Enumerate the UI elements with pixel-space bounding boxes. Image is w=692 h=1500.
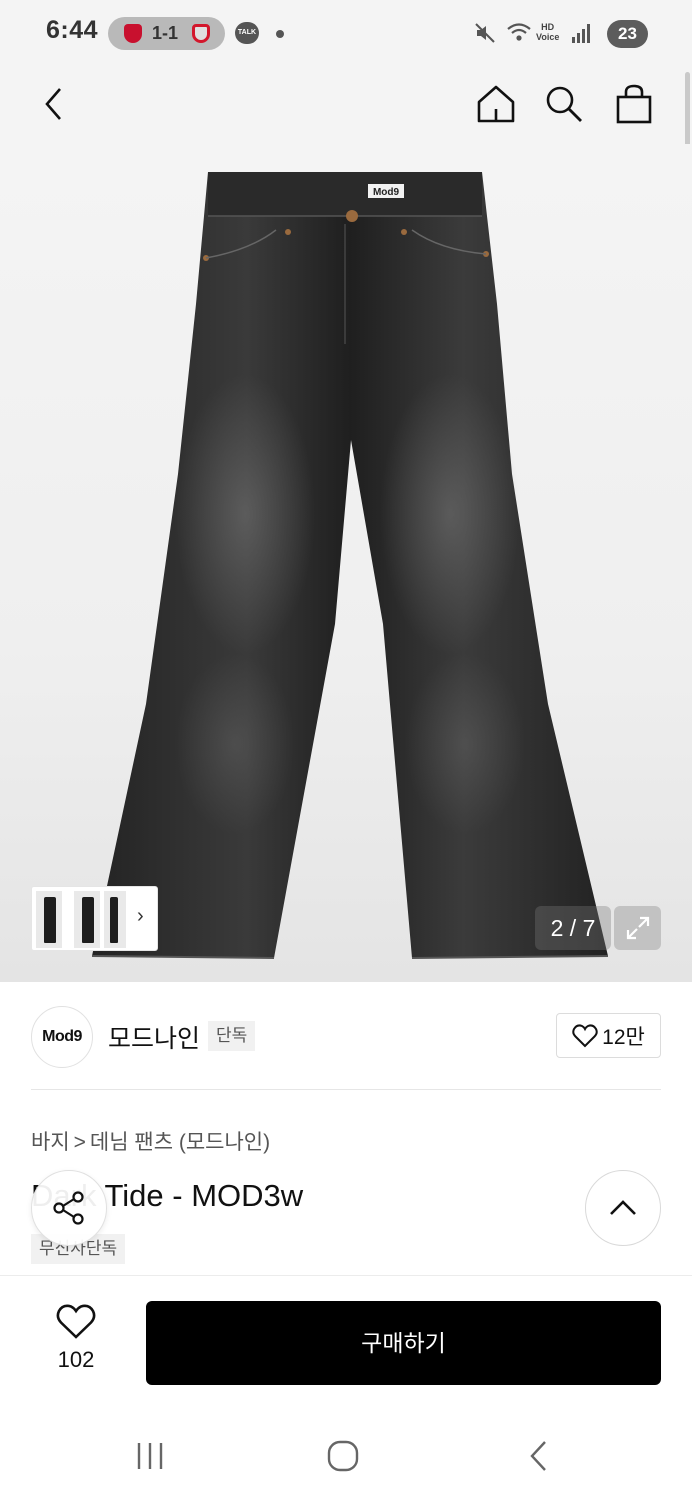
home-nav-button[interactable]: [313, 1432, 373, 1480]
wishlist-button[interactable]: 102: [40, 1304, 112, 1374]
jeans-product-image: Mod9: [91, 172, 609, 959]
buy-button[interactable]: 구매하기: [146, 1301, 661, 1385]
breadcrumb: 바지 > 데님 팬츠 (모드나인): [31, 1126, 270, 1156]
notification-dot-icon: [276, 30, 284, 38]
brand-like-count: 12만: [602, 1025, 645, 1049]
shopping-bag-icon: [616, 84, 652, 124]
hd-label: HD: [541, 22, 555, 32]
page-indicator: 2 / 7: [535, 906, 611, 950]
voice-label: Voice: [536, 32, 560, 42]
shopping-bag-button[interactable]: [612, 82, 656, 126]
jeans-brand-patch: Mod9: [373, 187, 400, 198]
system-nav-bar: [0, 1410, 692, 1500]
heart-icon: [572, 1023, 598, 1047]
share-button[interactable]: [31, 1170, 107, 1246]
brand-name[interactable]: 모드나인: [108, 1019, 200, 1055]
app-header: [0, 68, 692, 144]
home-icon: [477, 85, 515, 123]
match-score: 1-1: [152, 23, 179, 43]
brand-like-button[interactable]: 12만: [556, 1013, 661, 1058]
mute-icon: [475, 23, 495, 43]
expand-image-button[interactable]: [614, 906, 661, 950]
chevron-up-icon: [610, 1200, 636, 1215]
team-crest-icon: [124, 24, 142, 43]
team-crest-icon: [192, 24, 210, 43]
chevron-right-icon: ›: [137, 905, 144, 927]
back-icon: [45, 88, 61, 120]
scroll-top-button[interactable]: [585, 1170, 661, 1246]
thumbnail-image[interactable]: [74, 891, 100, 948]
exclusive-tag: 단독: [208, 1021, 256, 1051]
back-arrow-icon: [530, 1441, 546, 1471]
back-nav-button[interactable]: [508, 1432, 568, 1480]
hd-voice-icon: HD Voice: [536, 22, 559, 42]
brand-logo[interactable]: Mod9: [31, 1006, 93, 1068]
live-score-pill[interactable]: 1-1: [108, 17, 225, 50]
search-button[interactable]: [542, 82, 586, 126]
expand-icon: [626, 916, 649, 940]
breadcrumb-item[interactable]: 데님 팬츠 (모드나인): [90, 1131, 270, 1154]
share-icon: [53, 1191, 84, 1225]
status-time: 6:44: [46, 16, 99, 44]
home-button[interactable]: [474, 82, 518, 126]
breadcrumb-item[interactable]: 바지: [31, 1131, 70, 1154]
purchase-bar: 102 구매하기: [0, 1275, 692, 1410]
thumbnail-image[interactable]: [104, 891, 126, 948]
battery-icon: 23: [607, 20, 648, 48]
recent-apps-button[interactable]: [120, 1432, 180, 1480]
thumbnail-image[interactable]: [36, 891, 62, 948]
brand-row: Mod9 모드나인 단독 12만: [0, 982, 692, 1092]
home-circle-icon: [327, 1440, 359, 1472]
product-image-gallery[interactable]: Mod9 › 2 / 7: [0, 144, 692, 982]
thumbnail-strip[interactable]: ›: [31, 886, 158, 951]
wishlist-count: 102: [57, 1347, 95, 1372]
back-button[interactable]: [32, 82, 76, 126]
status-bar: 6:44 1-1 TALK HD Voice 23: [0, 0, 692, 68]
wifi-icon: [507, 23, 531, 41]
talk-notification-icon: TALK: [235, 22, 259, 44]
heart-icon: [56, 1304, 96, 1339]
search-icon: [546, 86, 582, 122]
breadcrumb-separator: >: [73, 1131, 86, 1154]
divider: [31, 1089, 661, 1090]
recent-apps-icon: [137, 1443, 163, 1469]
signal-icon: [572, 24, 590, 43]
scrollbar[interactable]: [685, 72, 690, 152]
